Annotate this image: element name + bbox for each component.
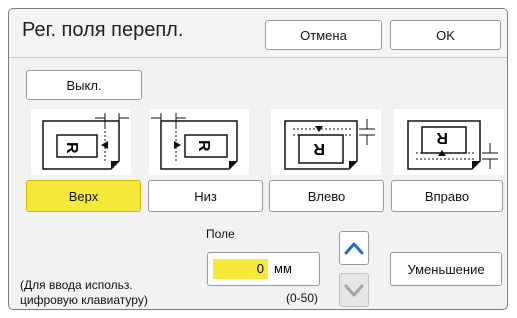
svg-text:R: R bbox=[195, 140, 212, 152]
off-button[interactable]: Выкл. bbox=[26, 70, 142, 100]
margin-value: 0 bbox=[213, 259, 268, 279]
binding-right-icon: R bbox=[394, 109, 504, 175]
binding-left-icon: R bbox=[271, 109, 381, 175]
margin-unit: мм bbox=[274, 261, 292, 276]
binding-margin-dialog: Рег. поля перепл. Отмена OK Выкл. R R R bbox=[8, 8, 508, 310]
dialog-title: Рег. поля перепл. bbox=[22, 19, 184, 41]
decrease-arrow-button[interactable] bbox=[339, 273, 369, 307]
chevron-down-icon bbox=[344, 284, 364, 297]
svg-text:R: R bbox=[436, 129, 448, 146]
margin-input[interactable]: 0 мм bbox=[207, 252, 320, 286]
increase-button[interactable] bbox=[339, 231, 369, 265]
hint-line-1: (Для ввода использ. bbox=[20, 278, 133, 292]
binding-top-icon: R bbox=[31, 109, 131, 175]
position-left-button[interactable]: Влево bbox=[269, 180, 384, 212]
position-right-button[interactable]: Вправо bbox=[391, 180, 503, 212]
dialog-header: Рег. поля перепл. Отмена OK bbox=[9, 9, 507, 58]
cancel-button[interactable]: Отмена bbox=[265, 20, 382, 50]
margin-label: Поле bbox=[206, 227, 235, 241]
hint-line-2: цифровую клавиатуру) bbox=[20, 293, 148, 307]
chevron-up-icon bbox=[344, 242, 364, 255]
svg-text:R: R bbox=[313, 140, 325, 157]
ok-button[interactable]: OK bbox=[390, 20, 501, 50]
margin-range: (0-50) bbox=[286, 291, 319, 305]
svg-text:R: R bbox=[63, 142, 80, 154]
position-bottom-button[interactable]: Низ bbox=[148, 180, 263, 212]
position-top-button[interactable]: Верх bbox=[26, 180, 141, 212]
binding-bottom-icon: R bbox=[149, 109, 249, 175]
decrease-button[interactable]: Уменьшение bbox=[390, 252, 502, 286]
